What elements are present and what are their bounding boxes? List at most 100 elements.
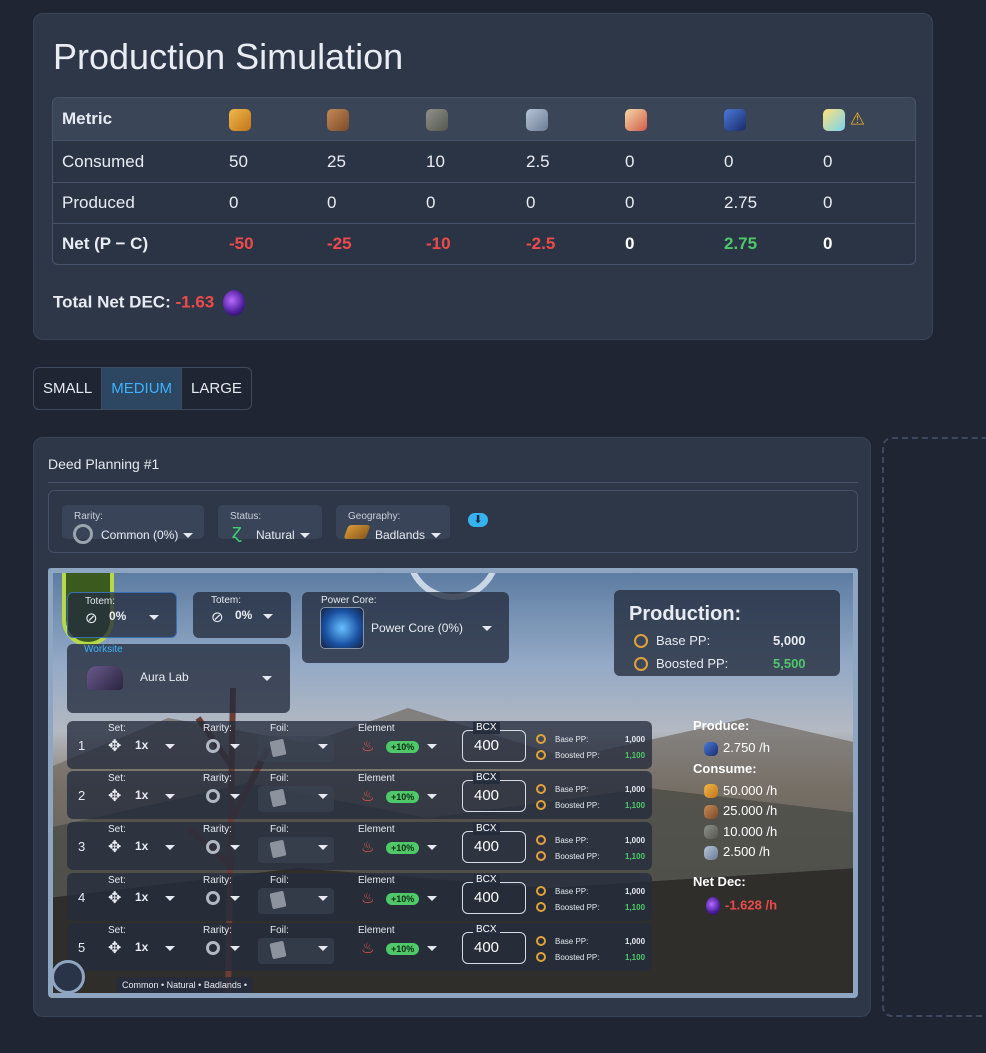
size-medium-button[interactable]: MEDIUM [102,368,183,409]
slot-number: 1 [78,737,86,753]
download-icon[interactable]: ⬇ [468,513,488,527]
rarity-circle-icon[interactable] [206,738,220,753]
chevron-down-icon[interactable] [318,896,328,901]
totem-2-select[interactable]: Totem: ⊘ 0% [193,592,291,638]
rarity-circle-icon[interactable] [206,891,220,905]
element-boost-badge: +10% [386,893,420,905]
fire-icon: ♨ [361,839,375,856]
foil-select[interactable] [258,735,334,762]
bcx-label: BCX [473,721,500,734]
foil-select[interactable] [258,888,334,914]
chevron-down-icon[interactable] [230,743,240,749]
chevron-down-icon[interactable] [427,946,437,951]
slot-number: 2 [78,788,86,803]
boosted-pp-label: Boosted PP: [555,852,600,861]
chevron-down-icon[interactable] [318,743,328,749]
table-row: Consumed 50 25 10 2.5 0 0 0 [53,141,915,183]
iron-icon [704,845,718,860]
chevron-down-icon[interactable] [318,845,328,850]
rarity-circle-icon[interactable] [206,941,220,955]
no-totem-icon: ⊘ [85,610,98,627]
rarity-circle-icon[interactable] [206,840,220,854]
chevron-down-icon[interactable] [318,946,328,951]
add-deed-dropzone[interactable] [882,437,986,1017]
totem-1-select[interactable]: Totem: ⊘ 0% [67,592,177,638]
size-small-button[interactable]: SMALL [34,368,103,409]
net-dec-value: -1.628 /h [725,897,778,913]
fire-icon: ♨ [361,940,375,957]
bcx-label: BCX [473,772,500,784]
boosted-pp-value: 1,100 [625,852,646,861]
chevron-down-icon[interactable] [165,794,175,799]
chevron-down-icon[interactable] [165,743,175,749]
foil-select[interactable] [258,786,334,812]
foil-icon [269,940,287,960]
status-select[interactable]: Status: ɀ Natural [218,505,322,542]
table-cell: 0 [625,152,635,171]
rarity-value: Common (0%) [101,528,179,542]
bcx-input[interactable]: BCX 400 [462,924,526,964]
chevron-down-icon[interactable] [427,896,437,901]
chevron-down-icon[interactable] [165,845,175,850]
power-core-select[interactable]: Power Core: Power Core (0%) [302,592,509,663]
rates-panel: Produce: 2.750 /h Consume: 50.000 /h 25.… [693,718,848,915]
bcx-input[interactable]: BCX 400 [462,772,526,812]
size-large-button[interactable]: LARGE [182,368,251,409]
chevron-down-icon[interactable] [427,794,437,799]
chevron-down-icon[interactable] [427,845,437,850]
bcx-input[interactable]: BCX 400 [462,874,526,914]
geography-select[interactable]: Geography: Badlands [336,505,450,542]
stone-icon [426,98,448,140]
deed-filters: Rarity: Common (0%) Status: ɀ Natural Ge… [48,490,858,553]
chevron-down-icon[interactable] [318,794,328,799]
worksite-select[interactable]: Worksite Aura Lab [67,644,290,713]
set-icon: ✥ [108,737,122,755]
set-value: 1x [135,737,149,752]
chevron-down-icon[interactable] [230,896,240,901]
table-cell: 0 [625,234,635,253]
chevron-down-icon[interactable] [230,845,240,850]
wood-icon [327,98,349,140]
rarity-label: Rarity: [203,875,232,886]
chevron-down-icon[interactable] [427,743,437,749]
consume-value: 25.000 /h [723,803,778,819]
boosted-pp-value: 5,500 [773,656,806,671]
rarity-select[interactable]: Rarity: Common (0%) [62,505,204,544]
warning-icon: ⚠ [849,109,865,129]
size-toggle-group: SMALL MEDIUM LARGE [33,367,252,410]
rarity-label: Rarity: [203,925,232,936]
bcx-label: BCX [473,874,500,886]
consume-label: Consume: [693,760,757,776]
consume-item: 25.000 /h [704,803,848,819]
bcx-input[interactable]: BCX 400 [462,721,526,762]
chevron-down-icon[interactable] [165,896,175,901]
table-cell: 0 [823,152,833,171]
power-core-icon [320,607,364,649]
foil-label: Foil: [270,925,289,936]
net-dec-label: Net Dec: [693,873,746,889]
bcx-input[interactable]: BCX 400 [462,823,526,863]
grain-icon [704,784,718,799]
footer-logo-icon [51,960,85,994]
element-label: Element [358,773,395,784]
totem-value: 0% [109,609,127,623]
pp-gear-icon [536,835,546,845]
chevron-down-icon[interactable] [230,794,240,799]
production-summary: Production: Base PP: 5,000 Boosted PP: 5… [614,590,840,676]
rarity-circle-icon[interactable] [206,789,220,803]
geography-value: Badlands [375,528,426,542]
worksite-label: Worksite [84,644,123,655]
pp-gear-icon [536,952,546,962]
base-pp-label: Base PP: [555,937,589,946]
status-value: Natural [256,528,295,542]
foil-select[interactable] [258,938,334,964]
pp-gear-icon [536,733,546,744]
badlands-icon [343,525,371,539]
chevron-down-icon[interactable] [165,946,175,951]
grain-icon [229,98,251,140]
sps-icon: ⚠ [823,98,865,140]
foil-select[interactable] [258,837,334,863]
fire-icon: ♨ [361,890,375,907]
chevron-down-icon[interactable] [230,946,240,951]
bcx-value: 400 [474,889,500,906]
